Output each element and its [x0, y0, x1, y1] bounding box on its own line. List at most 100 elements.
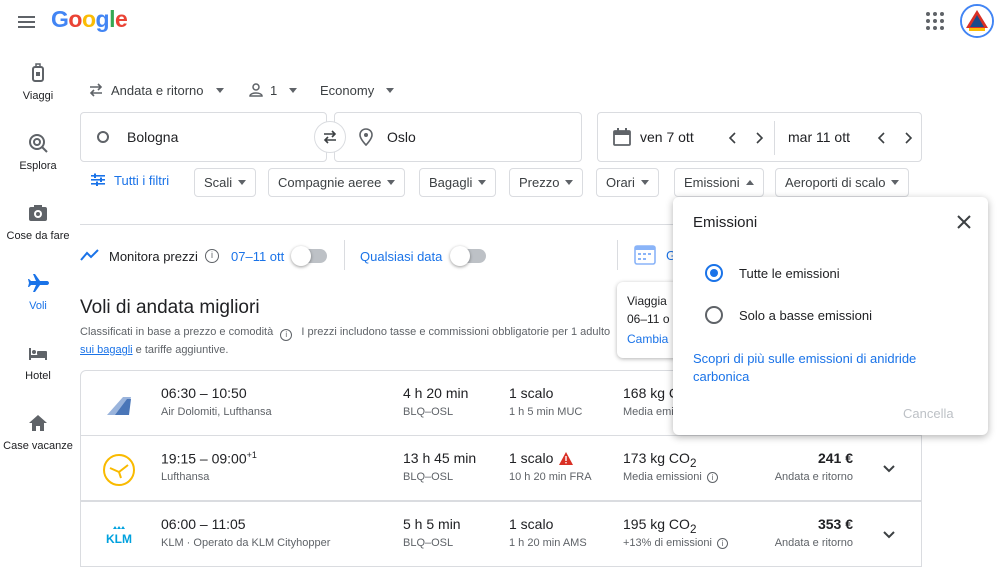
sidebar-item-esplora[interactable]: Esplora [0, 132, 76, 172]
sidebar-item-hotel[interactable]: Hotel [0, 342, 76, 382]
origin-value: Bologna [127, 129, 179, 145]
stops: 1 scalo [509, 385, 554, 401]
all-filters-label: Tutti i filtri [114, 172, 170, 188]
divider [344, 240, 345, 270]
stops-value: 1 scalo [509, 450, 554, 466]
info-icon[interactable]: i [706, 471, 718, 483]
account-avatar[interactable] [960, 4, 994, 38]
chevron-down-icon [238, 180, 247, 185]
trip-type-select[interactable]: Andata e ritorno [87, 79, 224, 101]
depart-date[interactable]: ven 7 ott [640, 129, 694, 145]
filter-chip-compagnie[interactable]: Compagnie aeree [268, 168, 406, 197]
duration: 4 h 20 min [403, 385, 469, 401]
expand-chevron-icon[interactable] [879, 524, 899, 544]
price: 353 € [817, 516, 853, 532]
co2: 173 kg CO2 [623, 450, 696, 470]
filter-chip-aeroporti[interactable]: Aeroporti di scalo [775, 168, 910, 197]
chevron-up-icon [745, 180, 754, 185]
chevron-down-icon [387, 180, 396, 185]
depart-next-icon[interactable] [750, 129, 768, 147]
explore-icon [27, 132, 49, 154]
filter-chip-scali[interactable]: Scali [194, 168, 257, 197]
passengers-select[interactable]: 1 [248, 79, 298, 101]
flight-row[interactable]: KLM 06:00 – 11:05 KLM · Operato da KLM C… [80, 501, 922, 567]
date-divider [774, 121, 775, 155]
trend-icon [80, 247, 100, 263]
swap-locations-button[interactable] [314, 121, 346, 153]
bed-icon [27, 342, 49, 364]
flight-row[interactable]: 19:15 – 09:00+1 Lufthansa 13 h 45 min BL… [80, 435, 922, 501]
chevron-down-icon [565, 180, 574, 185]
stop-detail: 1 h 20 min AMS [509, 537, 587, 549]
chip-label: Bagagli [429, 175, 473, 190]
info-icon[interactable]: i [716, 537, 728, 549]
chevron-down-icon [891, 180, 900, 185]
filter-chip-bagagli[interactable]: Bagagli [419, 168, 497, 197]
class-select[interactable]: Economy [320, 79, 395, 101]
monitor-dates-toggle[interactable] [291, 246, 327, 266]
sidebar-item-cose-da-fare[interactable]: Cose da fare [0, 202, 76, 242]
all-filters-button[interactable]: Tutti i filtri [90, 172, 169, 188]
next-day: +1 [246, 450, 257, 460]
warning-icon[interactable] [559, 451, 574, 465]
chip-label: Scali [204, 175, 233, 190]
sidebar-item-case-vacanze[interactable]: Case vacanze [0, 412, 76, 452]
filter-chip-emissioni[interactable]: Emissioni [674, 168, 764, 197]
chip-label: Prezzo [519, 175, 560, 190]
google-logo[interactable]: Google [51, 6, 128, 33]
flight-times: 19:15 – 09:00+1 [161, 450, 257, 467]
radio-low-emissions[interactable] [705, 306, 723, 324]
filter-chip-orari[interactable]: Orari [596, 168, 659, 197]
info-icon[interactable]: i [205, 249, 219, 263]
return-next-icon[interactable] [899, 129, 917, 147]
co2-value: 173 kg CO [623, 450, 690, 466]
depart-prev-icon[interactable] [724, 129, 742, 147]
chevron-down-icon [386, 87, 395, 93]
co2-value: 195 kg CO [623, 516, 690, 532]
close-icon[interactable] [955, 213, 973, 231]
google-apps-icon[interactable] [924, 10, 946, 32]
emissions-popup: Emissioni Tutte le emissioni Solo a bass… [673, 197, 988, 435]
sidebar-item-voli[interactable]: Voli [0, 272, 76, 312]
chevron-down-icon [215, 87, 224, 93]
origin-field[interactable]: Bologna [80, 112, 327, 162]
chip-label: Aeroporti di scalo [785, 175, 886, 190]
return-prev-icon[interactable] [873, 129, 891, 147]
date-grid-icon[interactable] [634, 243, 656, 265]
airline: Air Dolomiti, Lufthansa [161, 406, 272, 418]
learn-more-link[interactable]: Scopri di più sulle emissioni di anidrid… [693, 350, 963, 386]
radio-label-low[interactable]: Solo a basse emissioni [739, 308, 872, 323]
chevron-down-icon [478, 180, 487, 185]
info-icon[interactable]: i [280, 329, 293, 341]
price-note: Andata e ritorno [774, 537, 853, 549]
luggage-icon [27, 62, 49, 84]
main-menu-icon[interactable] [14, 10, 40, 34]
radio-all-emissions[interactable] [705, 264, 723, 282]
house-icon [27, 412, 49, 434]
filter-chip-prezzo[interactable]: Prezzo [509, 168, 584, 197]
price: 241 € [817, 450, 853, 466]
sidebar-label: Viaggi [22, 90, 54, 102]
destination-field[interactable]: Oslo [334, 112, 582, 162]
chevron-down-icon [640, 180, 649, 185]
dates-field[interactable]: ven 7 ott mar 11 ott [597, 112, 922, 162]
duration: 13 h 45 min [403, 450, 477, 466]
round-trip-icon [87, 81, 105, 99]
results-title: Voli di andata migliori [80, 297, 260, 318]
klm-wordmark: KLM [106, 532, 132, 546]
duration: 5 h 5 min [403, 516, 461, 532]
baggage-link[interactable]: sui bagagli [80, 344, 133, 356]
sidebar-item-viaggi[interactable]: Viaggi [0, 62, 76, 102]
swap-icon [321, 128, 339, 146]
klm-logo: KLM [101, 518, 137, 554]
expand-chevron-icon[interactable] [879, 458, 899, 478]
any-date-toggle[interactable] [450, 246, 486, 266]
chip-label: Orari [606, 175, 635, 190]
co2-subscript: 2 [689, 522, 697, 536]
cancel-button[interactable]: Cancella [903, 406, 954, 421]
monitor-label: Monitora prezzi [109, 249, 198, 264]
return-date[interactable]: mar 11 ott [788, 129, 850, 145]
radio-label-all[interactable]: Tutte le emissioni [739, 266, 840, 281]
air-dolomiti-logo [101, 387, 137, 423]
sidebar-label: Cose da fare [6, 230, 70, 242]
